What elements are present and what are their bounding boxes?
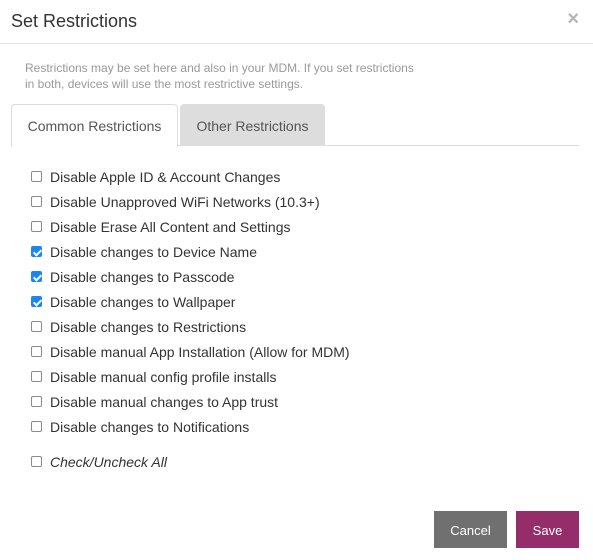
- checkbox[interactable]: [31, 246, 42, 257]
- dialog-header: Set Restrictions ×: [0, 0, 593, 44]
- restriction-item[interactable]: Disable Apple ID & Account Changes: [31, 164, 350, 189]
- restriction-item[interactable]: Disable changes to Wallpaper: [31, 289, 350, 314]
- dialog-title: Set Restrictions: [11, 11, 138, 31]
- checkbox[interactable]: [31, 221, 42, 232]
- check-all-label: Check/Uncheck All: [50, 453, 167, 470]
- checkbox[interactable]: [31, 321, 42, 332]
- restriction-item[interactable]: Disable manual changes to App trust: [31, 389, 350, 414]
- restriction-item[interactable]: Disable Erase All Content and Settings: [31, 214, 350, 239]
- close-icon[interactable]: ×: [567, 9, 579, 29]
- restriction-item[interactable]: Disable changes to Device Name: [31, 239, 350, 264]
- restriction-tabs: Common Restrictions Other Restrictions: [11, 104, 579, 147]
- set-restrictions-dialog: Set Restrictions × Restrictions may be s…: [0, 0, 593, 560]
- intro-line: Restrictions may be set here and also in…: [25, 61, 414, 75]
- restrictions-list: Disable Apple ID & Account Changes Disab…: [31, 164, 350, 474]
- checkbox[interactable]: [31, 271, 42, 282]
- checkbox[interactable]: [31, 421, 42, 432]
- restriction-item[interactable]: Disable changes to Notifications: [31, 414, 350, 439]
- restriction-label: Disable changes to Restrictions: [50, 318, 247, 335]
- tab-common-restrictions[interactable]: Common Restrictions: [11, 104, 178, 147]
- restriction-label: Disable changes to Wallpaper: [50, 293, 236, 310]
- checkbox[interactable]: [31, 196, 42, 207]
- restriction-label: Disable manual changes to App trust: [50, 393, 279, 410]
- restriction-label: Disable Apple ID & Account Changes: [50, 168, 281, 185]
- restriction-label: Disable changes to Notifications: [50, 418, 250, 435]
- tab-other-restrictions[interactable]: Other Restrictions: [180, 104, 325, 146]
- intro-text: Restrictions may be set here and also in…: [25, 60, 445, 92]
- restriction-label: Disable manual config profile installs: [50, 368, 277, 385]
- save-button[interactable]: Save: [516, 511, 579, 548]
- check-uncheck-all[interactable]: Check/Uncheck All: [31, 449, 350, 474]
- checkbox[interactable]: [31, 296, 42, 307]
- restriction-item[interactable]: Disable changes to Restrictions: [31, 314, 350, 339]
- checkbox[interactable]: [31, 371, 42, 382]
- restriction-label: Disable changes to Device Name: [50, 243, 257, 260]
- restriction-label: Disable manual App Installation (Allow f…: [50, 343, 350, 360]
- check-all-checkbox[interactable]: [31, 456, 42, 467]
- cancel-button[interactable]: Cancel: [434, 511, 507, 548]
- restriction-item[interactable]: Disable Unapproved WiFi Networks (10.3+): [31, 189, 350, 214]
- checkbox[interactable]: [31, 171, 42, 182]
- checkbox[interactable]: [31, 346, 42, 357]
- checkbox[interactable]: [31, 396, 42, 407]
- restriction-item[interactable]: Disable manual config profile installs: [31, 364, 350, 389]
- restriction-item[interactable]: Disable manual App Installation (Allow f…: [31, 339, 350, 364]
- intro-line: in both, devices will use the most restr…: [25, 77, 304, 91]
- restriction-label: Disable Erase All Content and Settings: [50, 218, 291, 235]
- restriction-label: Disable changes to Passcode: [50, 268, 235, 285]
- restriction-label: Disable Unapproved WiFi Networks (10.3+): [50, 193, 320, 210]
- restriction-item[interactable]: Disable changes to Passcode: [31, 264, 350, 289]
